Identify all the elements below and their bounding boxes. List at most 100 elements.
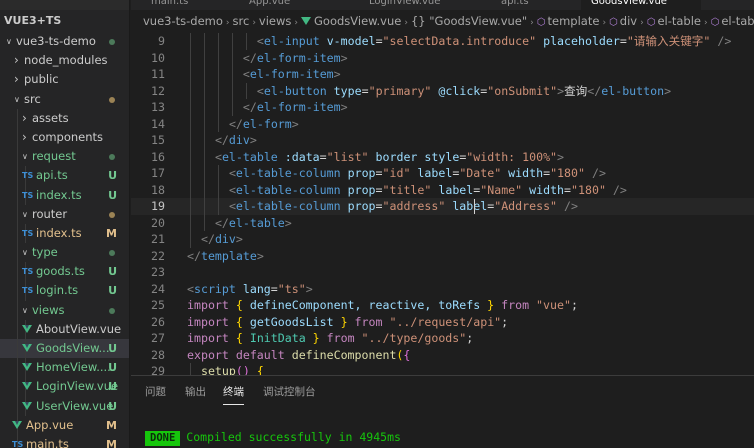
file-tree-item[interactable]: TS goods.ts U (0, 262, 129, 282)
code-line[interactable]: 9 <el-input v-model="selectData.introduce… (131, 33, 754, 50)
panel-tab[interactable]: 终端 (223, 385, 244, 405)
chevron-right-icon[interactable]: › (14, 70, 19, 89)
file-tree-item[interactable]: App.vue M (0, 415, 129, 435)
panel-tab[interactable]: 输出 (185, 385, 206, 405)
file-tree-item[interactable]: TS main.ts M (0, 434, 129, 448)
file-tree-item[interactable]: ∨ src (0, 90, 129, 109)
code-token: prop (340, 199, 376, 213)
code-token: < (256, 34, 264, 48)
code-line[interactable]: 23 (131, 264, 754, 281)
breadcrumb-separator-icon: › (404, 18, 408, 28)
code-line[interactable]: 17 <el-table-column prop="id" label="Date… (131, 165, 754, 182)
code-line[interactable]: 24 <script lang="ts"> (131, 281, 754, 298)
code-line[interactable]: 16 <el-table :data="list" border style="w… (131, 148, 754, 165)
breadcrumb-item[interactable]: vue3-ts-demo (143, 14, 223, 28)
breadcrumb-item[interactable]: views (259, 14, 291, 28)
code-line[interactable]: 11 <el-form-item> (131, 66, 754, 83)
chevron-down-icon[interactable]: ∨ (22, 205, 28, 224)
chevron-down-icon[interactable]: ∨ (6, 32, 12, 51)
code-line[interactable]: 18 <el-table-column prop="title" label="N… (131, 181, 754, 198)
breadcrumb-item[interactable]: {} "GoodsView.vue" (411, 14, 527, 28)
file-tree-item[interactable]: › assets (0, 108, 129, 128)
code-token: "address" (382, 199, 446, 213)
file-tree-item[interactable]: UserView.vue U (0, 396, 129, 416)
chevron-right-icon[interactable]: › (22, 109, 27, 128)
breadcrumb-item[interactable]: src (233, 14, 250, 28)
code-line[interactable]: 20 </el-table> (131, 214, 754, 231)
code-token: "Name" (480, 182, 523, 197)
explorer-project-title[interactable]: VUE3+TS (0, 10, 129, 32)
file-tree-item[interactable]: GoodsView.... U (0, 339, 129, 359)
breadcrumb-item[interactable]: div (620, 14, 637, 28)
code-token: type (326, 83, 362, 98)
code-token: () (235, 364, 250, 375)
chevron-down-icon[interactable]: ∨ (22, 301, 28, 320)
line-number: 15 (151, 133, 165, 147)
indent-guide (203, 115, 205, 132)
code-line[interactable]: 25 import { defineComponent, reactive, to… (131, 297, 754, 314)
code-token: </ (187, 248, 201, 263)
line-number: 9 (158, 34, 165, 48)
indent-guide (217, 198, 219, 215)
editor-tab[interactable]: api.ts (491, 0, 573, 10)
chevron-down-icon[interactable]: ∨ (22, 147, 28, 166)
chevron-right-icon[interactable]: › (22, 128, 27, 147)
code-line[interactable]: 12 <el-button type="primary" @click="onSu… (131, 82, 754, 100)
breadcrumb-item[interactable]: el-table-col (721, 14, 754, 28)
file-tree-item[interactable]: TS index.ts M (0, 223, 129, 244)
file-tree-item[interactable]: ∨ views (0, 300, 129, 320)
code-line[interactable]: 29 setup() { (131, 363, 754, 375)
panel-tab[interactable]: 调试控制台 (263, 385, 316, 405)
code-content: <el-button type="primary" @click="onSubm… (257, 83, 671, 100)
file-tree: ∨ vue3-ts-demo › node_modules › public ∨ src › as… (0, 32, 129, 448)
code-token: 查询 (564, 83, 588, 98)
file-tree-item[interactable]: AboutView.vue (0, 319, 129, 339)
file-tree-item[interactable]: TS api.ts U (0, 166, 129, 186)
file-tree-item[interactable]: › public (0, 70, 129, 89)
breadcrumb-item[interactable]: GoodsView.vue (314, 14, 401, 28)
code-line[interactable]: 28 export default defineComponent({ (131, 347, 754, 364)
code-line[interactable]: 10 </el-form-item> (131, 49, 754, 66)
breadcrumb-separator-icon: › (602, 18, 607, 28)
breadcrumb-item[interactable]: template (548, 14, 600, 28)
file-tree-item[interactable]: › components (0, 127, 129, 148)
indent-guide (190, 231, 191, 248)
code-line[interactable]: 14 </el-form> (131, 115, 754, 132)
editor-tab[interactable]: App.vue (239, 0, 351, 10)
code-line[interactable]: 22 </template> (131, 248, 754, 265)
code-line[interactable]: 13 </el-form-item> (131, 99, 754, 116)
indent-guide (217, 66, 219, 83)
file-tree-item[interactable]: TS login.ts U (0, 281, 129, 301)
editor-tab[interactable]: GoodsView.vue (581, 0, 701, 10)
panel-tab[interactable]: 问题 (145, 385, 166, 405)
code-line[interactable]: 19 <el-table-column prop="address" label=… (131, 198, 754, 215)
code-line[interactable]: 15 </div> (131, 132, 754, 149)
file-tree-item[interactable]: HomeView.... U (0, 358, 129, 378)
code-token: el-form-item (249, 67, 334, 81)
chevron-down-icon[interactable]: ∨ (22, 243, 28, 262)
file-tree-item[interactable]: ∨ type (0, 243, 129, 263)
file-tree-item[interactable]: TS index.ts U (0, 185, 129, 205)
typescript-file-icon: TS (22, 228, 34, 238)
file-tree-item[interactable]: ∨ vue3-ts-demo (0, 32, 129, 51)
code-line[interactable]: 27 import { InitData } from "../type/good… (131, 330, 754, 347)
chevron-down-icon[interactable]: ∨ (14, 90, 20, 109)
code-token: placeholder (536, 34, 620, 48)
file-tree-item[interactable]: ∨ request (0, 147, 129, 167)
code-editor[interactable]: 9 <el-input v-model="selectData.introduce… (131, 32, 754, 375)
breadcrumb-item[interactable]: el-table (657, 14, 701, 28)
git-status-badge: U (108, 380, 117, 394)
editor-tab[interactable]: LoginView.vue (359, 0, 483, 10)
file-tree-item-label: api.ts (36, 168, 68, 183)
file-tree-item[interactable]: LoginView.vue U (0, 377, 129, 397)
file-tree-item-label: router (32, 206, 68, 221)
file-tree-item[interactable]: › node_modules (0, 51, 129, 70)
code-token: import (187, 331, 229, 345)
code-line[interactable]: 26 import { getGoodsList } from "../reque… (131, 314, 754, 331)
code-content: import { getGoodsList } from "../request… (187, 314, 508, 331)
chevron-right-icon[interactable]: › (14, 51, 19, 70)
editor-tab[interactable]: main.ts (141, 0, 231, 10)
code-line[interactable]: 21 </div> (131, 231, 754, 248)
file-tree-item[interactable]: ∨ router (0, 204, 129, 224)
